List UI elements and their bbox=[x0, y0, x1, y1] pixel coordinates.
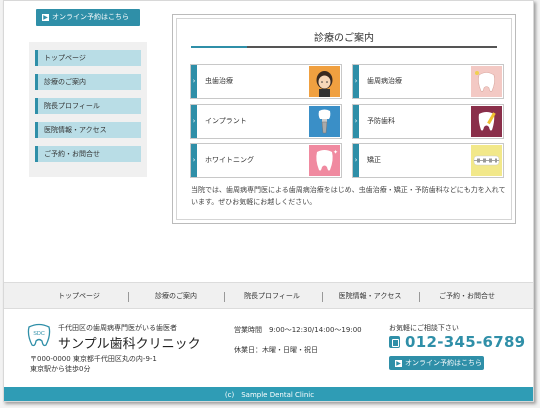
service-card-preventive[interactable]: › 予防歯科 bbox=[352, 104, 504, 139]
chevron-right-icon: ▶ bbox=[395, 360, 402, 367]
online-reservation-button[interactable]: ▶ オンライン予約はこちら bbox=[36, 9, 140, 26]
title-divider bbox=[191, 46, 497, 48]
footer-nav-contact[interactable]: ご予約・お問合せ bbox=[419, 283, 515, 310]
services-title: 診療のご案内 bbox=[314, 33, 374, 44]
phone-number[interactable]: 012-345-6789 bbox=[405, 333, 525, 351]
service-label: 矯正 bbox=[367, 156, 381, 164]
chevron-right-icon: › bbox=[191, 65, 197, 98]
logo-text: SDC bbox=[33, 331, 45, 337]
svg-text:✦: ✦ bbox=[333, 149, 338, 156]
services-description: 当院では、歯周病専門医による歯周病治療をはじめ、虫歯治療・矯正・予防歯科などにも… bbox=[191, 186, 506, 206]
online-reservation-label: オンライン予約はこちら bbox=[52, 13, 129, 21]
service-card-implant[interactable]: › インプラント bbox=[190, 104, 342, 139]
service-label: 虫歯治療 bbox=[205, 77, 233, 85]
braces-icon bbox=[471, 145, 502, 176]
holidays: 休業日：木曜・日曜・祝日 bbox=[234, 346, 318, 354]
chevron-right-icon: › bbox=[353, 65, 359, 98]
footer-nav-services[interactable]: 診療のご案内 bbox=[128, 283, 224, 310]
sidebar-item-services[interactable]: 診療のご案内 bbox=[35, 74, 141, 90]
sidebar-nav: トップページ 診療のご案内 院長プロフィール 医院情報・アクセス ご予約・お問合… bbox=[29, 42, 147, 177]
clinic-logo: SDC bbox=[26, 323, 52, 347]
sidebar-item-top[interactable]: トップページ bbox=[35, 50, 141, 66]
sidebar-item-profile[interactable]: 院長プロフィール bbox=[35, 98, 141, 114]
tooth-brush-icon bbox=[471, 106, 502, 137]
services-panel: 診療のご案内 › 虫歯治療 › 歯周病治療 › インプラント › 予防歯科 › … bbox=[172, 14, 516, 224]
woman-toothache-icon bbox=[309, 66, 340, 97]
tooth-icon bbox=[471, 66, 502, 97]
chevron-right-icon: › bbox=[353, 105, 359, 138]
service-label: インプラント bbox=[205, 117, 247, 125]
service-label: 予防歯科 bbox=[367, 117, 395, 125]
sidebar-item-access[interactable]: 医院情報・アクセス bbox=[35, 122, 141, 138]
footer-nav-top[interactable]: トップページ bbox=[31, 283, 127, 310]
service-card-cavity[interactable]: › 虫歯治療 bbox=[190, 64, 342, 99]
address-access: 東京駅から徒歩0分 bbox=[30, 365, 91, 373]
address-line: 〒000-0000 東京都千代田区丸の内-9-1 bbox=[30, 355, 157, 363]
implant-icon bbox=[309, 106, 340, 137]
sidebar-item-contact[interactable]: ご予約・お問合せ bbox=[35, 146, 141, 162]
chevron-right-icon: ▶ bbox=[42, 14, 49, 21]
chevron-right-icon: › bbox=[191, 144, 197, 177]
white-tooth-icon: ✦ bbox=[309, 145, 340, 176]
service-card-periodontal[interactable]: › 歯周病治療 bbox=[352, 64, 504, 99]
chevron-right-icon: › bbox=[353, 144, 359, 177]
online-reservation-button-footer[interactable]: ▶ オンライン予約はこちら bbox=[389, 356, 484, 370]
service-label: ホワイトニング bbox=[205, 156, 254, 164]
chevron-right-icon: › bbox=[191, 105, 197, 138]
business-hours: 営業時間 9:00～12:30/14:00～19:00 bbox=[234, 326, 362, 334]
footer-nav-profile[interactable]: 院長プロフィール bbox=[224, 283, 320, 310]
footer-nav: トップページ 診療のご案内 院長プロフィール 医院情報・アクセス ご予約・お問合… bbox=[4, 282, 533, 310]
service-card-orthodontics[interactable]: › 矯正 bbox=[352, 143, 504, 178]
clinic-address: 〒000-0000 東京都千代田区丸の内-9-1 東京駅から徒歩0分 bbox=[30, 354, 157, 374]
online-reservation-label: オンライン予約はこちら bbox=[405, 359, 482, 367]
clinic-name: サンプル歯科クリニック bbox=[58, 337, 201, 352]
phone-icon bbox=[389, 336, 400, 348]
page: ▶ オンライン予約はこちら トップページ 診療のご案内 院長プロフィール 医院情報… bbox=[3, 0, 534, 402]
consult-text: お気軽にご相談下さい bbox=[389, 324, 459, 332]
clinic-tagline: 千代田区の歯周病専門医がいる歯医者 bbox=[58, 324, 177, 332]
copyright-bar: (c) Sample Dental Clinic bbox=[4, 387, 533, 401]
service-card-whitening[interactable]: › ホワイトニング ✦ bbox=[190, 143, 342, 178]
footer-nav-access[interactable]: 医院情報・アクセス bbox=[322, 283, 418, 310]
service-label: 歯周病治療 bbox=[367, 77, 402, 85]
